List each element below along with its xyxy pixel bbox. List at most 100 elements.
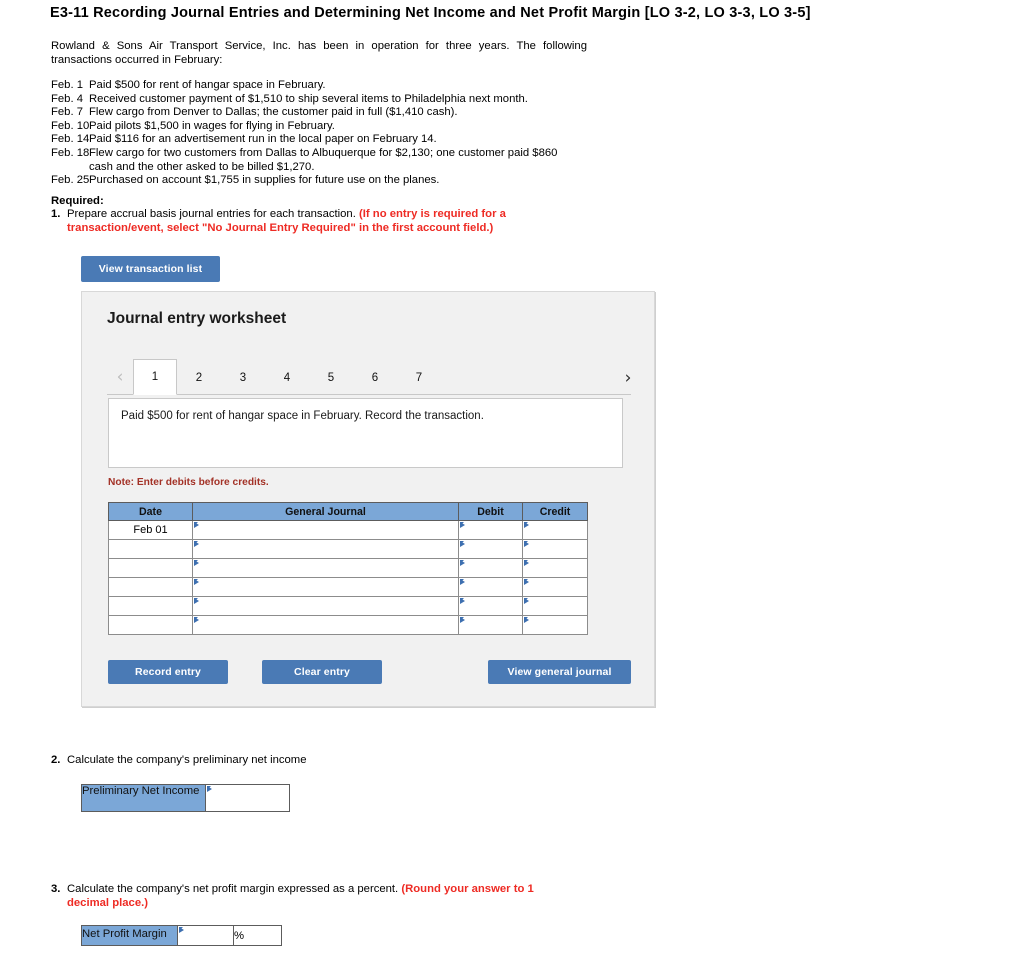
journal-entry-table: Date General Journal Debit Credit Feb 01: [108, 502, 588, 635]
transaction-row: Feb. 25 Purchased on account $1,755 in su…: [51, 174, 591, 188]
table-row: [108, 539, 588, 559]
transaction-description: Purchased on account $1,755 in supplies …: [89, 174, 440, 187]
cell-date[interactable]: [108, 539, 193, 559]
transaction-list: Feb. 1 Paid $500 for rent of hangar space…: [51, 79, 591, 188]
required-item-red-text-cont: transaction/event, select "No Journal En…: [67, 222, 494, 234]
chevron-right-icon[interactable]: ›: [615, 360, 641, 395]
intro-paragraph: Rowland & Sons Air Transport Service, In…: [51, 40, 587, 67]
cell-credit[interactable]: [522, 615, 588, 635]
column-header-debit: Debit: [458, 502, 523, 521]
cell-general-journal[interactable]: [192, 520, 459, 540]
transaction-date: Feb. 14: [51, 133, 90, 146]
tab-2[interactable]: 2: [177, 360, 221, 395]
net-profit-margin-input[interactable]: [177, 925, 234, 946]
debits-before-credits-note: Note: Enter debits before credits.: [108, 477, 269, 488]
tab-5[interactable]: 5: [309, 360, 353, 395]
exercise-page: E3-11 Recording Journal Entries and Dete…: [0, 0, 1024, 960]
cell-general-journal[interactable]: [192, 558, 459, 578]
cell-general-journal[interactable]: [192, 577, 459, 597]
required-item-text: Prepare accrual basis journal entries fo…: [67, 208, 356, 220]
transaction-description: Paid pilots $1,500 in wages for flying i…: [89, 119, 335, 132]
transaction-row: Feb. 1 Paid $500 for rent of hangar space…: [51, 79, 591, 93]
transaction-row: Feb. 4 Received customer payment of $1,51…: [51, 93, 591, 107]
question-3-red-text-cont: decimal place.): [67, 897, 148, 909]
table-row: [108, 615, 588, 635]
cell-date[interactable]: [108, 577, 193, 597]
transaction-date: Feb. 4: [51, 92, 84, 105]
cell-general-journal[interactable]: [192, 615, 459, 635]
percent-symbol: %: [233, 925, 282, 946]
transaction-prompt: Paid $500 for rent of hangar space in Fe…: [108, 398, 623, 468]
net-profit-margin-label: Net Profit Margin: [81, 925, 178, 946]
transaction-row: Feb. 7 Flew cargo from Denver to Dallas; …: [51, 106, 591, 120]
journal-entry-worksheet-panel: Journal entry worksheet ‹ 1 2 3 4 5 6 7 …: [81, 291, 655, 707]
column-header-date: Date: [108, 502, 193, 521]
tab-7[interactable]: 7: [397, 360, 441, 395]
cell-credit[interactable]: [522, 558, 588, 578]
cell-debit[interactable]: [458, 615, 523, 635]
cell-date[interactable]: [108, 558, 193, 578]
required-label: Required:: [51, 195, 104, 207]
preliminary-net-income-input[interactable]: [205, 784, 290, 812]
cell-debit[interactable]: [458, 577, 523, 597]
cell-debit[interactable]: [458, 596, 523, 616]
cell-date[interactable]: [108, 596, 193, 616]
transaction-description: Received customer payment of $1,510 to s…: [89, 92, 528, 105]
view-general-journal-button[interactable]: View general journal: [488, 660, 631, 684]
question-3-number: 3.: [51, 883, 61, 895]
question-2-text: Calculate the company's preliminary net …: [67, 754, 307, 766]
table-header-row: Date General Journal Debit Credit: [108, 502, 588, 521]
table-row: Net Profit Margin %: [81, 925, 282, 946]
table-row: [108, 558, 588, 578]
required-item-number: 1.: [51, 208, 61, 220]
transaction-description-continued: cash and the other asked to be billed $1…: [89, 160, 315, 173]
worksheet-title: Journal entry worksheet: [107, 310, 287, 327]
required-item-red-text: (If no entry is required for a: [359, 208, 506, 220]
cell-credit[interactable]: [522, 520, 588, 540]
cell-credit[interactable]: [522, 577, 588, 597]
tab-6[interactable]: 6: [353, 360, 397, 395]
transaction-row: Feb. 18 Flew cargo for two customers from…: [51, 147, 591, 161]
worksheet-tab-strip: ‹ 1 2 3 4 5 6 7 ›: [107, 359, 631, 395]
tab-4[interactable]: 4: [265, 360, 309, 395]
transaction-description: Paid $500 for rent of hangar space in Fe…: [89, 79, 326, 91]
transaction-description: Paid $116 for an advertisement run in th…: [89, 133, 437, 146]
net-profit-margin-table: Net Profit Margin %: [81, 925, 282, 946]
table-row: [108, 577, 588, 597]
cell-credit[interactable]: [522, 596, 588, 616]
cell-date[interactable]: [108, 615, 193, 635]
question-2: 2. Calculate the company's preliminary n…: [51, 753, 611, 767]
question-3-red-text: (Round your answer to 1: [401, 883, 534, 895]
transaction-description: Flew cargo for two customers from Dallas…: [89, 146, 558, 159]
tab-3[interactable]: 3: [221, 360, 265, 395]
transaction-description: Flew cargo from Denver to Dallas; the cu…: [89, 106, 458, 119]
cell-general-journal[interactable]: [192, 596, 459, 616]
cell-date[interactable]: Feb 01: [108, 520, 193, 540]
cell-debit[interactable]: [458, 520, 523, 540]
page-title: E3-11 Recording Journal Entries and Dete…: [50, 5, 811, 21]
transaction-row: Feb. 14 Paid $116 for an advertisement ru…: [51, 133, 591, 147]
transaction-date: Feb. 25: [51, 174, 90, 187]
transaction-row: Feb. 10 Paid pilots $1,500 in wages for f…: [51, 120, 591, 134]
chevron-left-icon[interactable]: ‹: [107, 360, 133, 394]
transaction-date: Feb. 18: [51, 146, 90, 159]
table-row: [108, 596, 588, 616]
required-item-1: 1. Prepare accrual basis journal entries…: [51, 207, 589, 235]
table-row: Preliminary Net Income: [81, 784, 290, 812]
table-row: Feb 01: [108, 520, 588, 540]
transaction-date: Feb. 1: [51, 79, 84, 91]
question-3: 3. Calculate the company's net profit ma…: [51, 882, 611, 910]
clear-entry-button[interactable]: Clear entry: [262, 660, 382, 684]
preliminary-net-income-table: Preliminary Net Income: [81, 784, 290, 812]
column-header-general-journal: General Journal: [192, 502, 459, 521]
preliminary-net-income-label: Preliminary Net Income: [81, 784, 206, 812]
question-2-number: 2.: [51, 754, 61, 766]
cell-debit[interactable]: [458, 539, 523, 559]
view-transaction-list-button[interactable]: View transaction list: [81, 256, 220, 282]
cell-general-journal[interactable]: [192, 539, 459, 559]
record-entry-button[interactable]: Record entry: [108, 660, 228, 684]
transaction-date: Feb. 7: [51, 106, 84, 119]
cell-debit[interactable]: [458, 558, 523, 578]
cell-credit[interactable]: [522, 539, 588, 559]
tab-1[interactable]: 1: [133, 359, 177, 395]
